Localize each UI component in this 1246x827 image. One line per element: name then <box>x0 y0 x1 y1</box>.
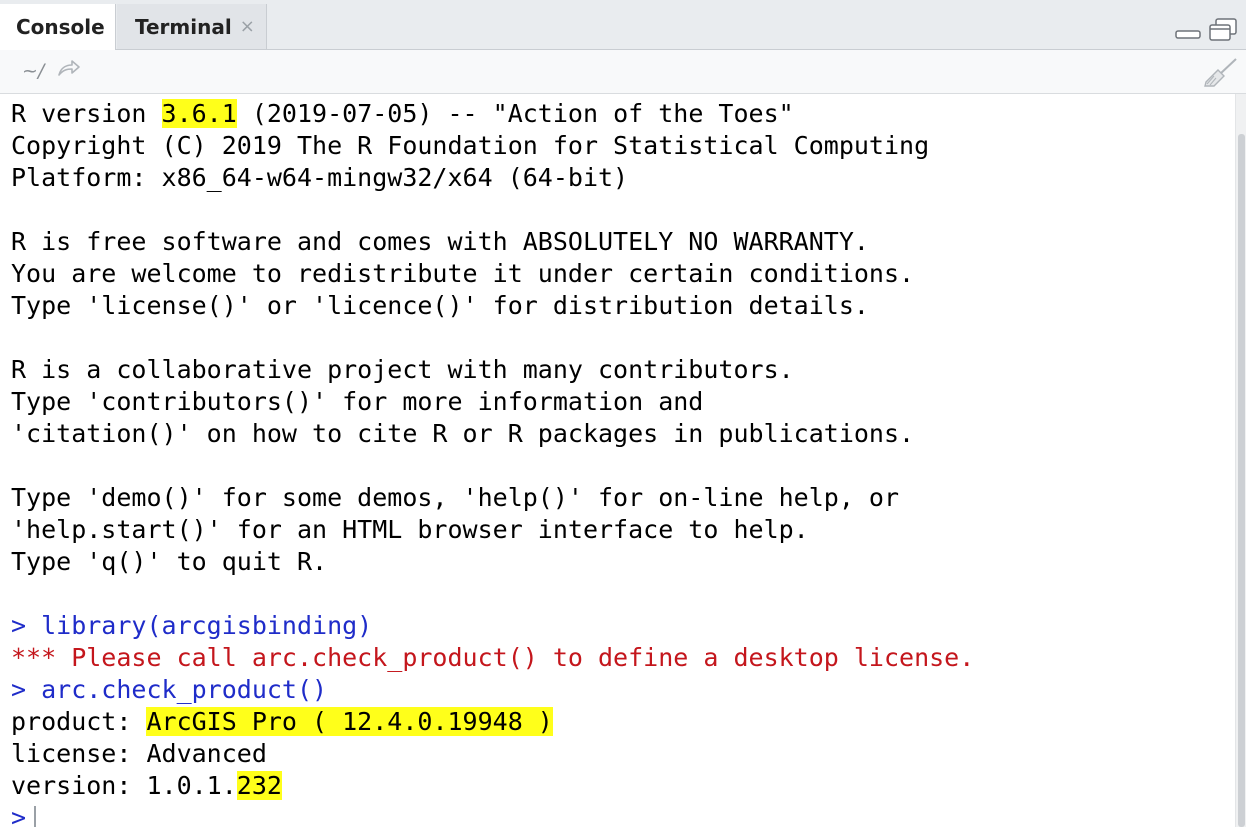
pane-tab-bar: Console Terminal × <box>0 0 1246 50</box>
console-line: Platform: x86_64-w64-mingw32/x64 (64-bit… <box>11 163 629 192</box>
console-text: version: 1.0.1. <box>11 771 237 800</box>
broom-icon[interactable] <box>1202 56 1240 92</box>
console-line: 'citation()' on how to cite R or R packa… <box>11 419 915 448</box>
highlighted-text: 232 <box>236 771 282 800</box>
text-cursor <box>34 806 37 827</box>
console-line: license: Advanced <box>11 739 267 768</box>
console-line: 'help.start()' for an HTML browser inter… <box>11 515 809 544</box>
console-line: Type 'license()' or 'licence()' for dist… <box>11 291 869 320</box>
console-line: Copyright (C) 2019 The R Foundation for … <box>11 131 930 160</box>
vertical-scrollbar[interactable] <box>1235 94 1246 827</box>
console-line: version: 1.0.1.232 <box>11 770 282 802</box>
console-error: *** Please call arc.check_product() to d… <box>11 643 975 672</box>
tab-console-label: Console <box>16 15 105 39</box>
console-toolbar: ~/ <box>0 50 1246 94</box>
console-line: R is free software and comes with ABSOLU… <box>11 227 869 256</box>
console-text: R version <box>11 99 162 128</box>
tab-terminal[interactable]: Terminal × <box>117 4 267 49</box>
scrollbar-thumb[interactable] <box>1238 134 1245 827</box>
minimize-icon[interactable] <box>1174 18 1201 40</box>
working-directory-path[interactable]: ~/ <box>22 60 44 82</box>
console-line: R version 3.6.1 (2019-07-05) -- "Action … <box>11 98 794 130</box>
console-line: Type 'q()' to quit R. <box>11 547 328 576</box>
console-line: product: ArcGIS Pro ( 12.4.0.19948 ) <box>11 706 553 738</box>
console-command: > arc.check_product() <box>11 675 328 704</box>
console-line: Type 'contributors()' for more informati… <box>11 387 704 416</box>
go-to-directory-icon[interactable] <box>56 58 82 84</box>
prompt-symbol: > <box>11 803 27 827</box>
highlighted-text: 3.6.1 <box>161 99 237 128</box>
console-text: product: <box>11 707 147 736</box>
console-output[interactable]: R version 3.6.1 (2019-07-05) -- "Action … <box>0 94 1232 827</box>
console-command: > library(arcgisbinding) <box>11 611 373 640</box>
highlighted-text: ArcGIS Pro ( 12.4.0.19948 ) <box>146 707 553 736</box>
console-prompt[interactable]: > <box>11 802 37 827</box>
console-text: (2019-07-05) -- "Action of the Toes" <box>236 99 794 128</box>
console-line: R is a collaborative project with many c… <box>11 355 794 384</box>
tab-terminal-label: Terminal <box>135 14 232 39</box>
tab-console[interactable]: Console <box>0 4 116 50</box>
maximize-icon[interactable] <box>1208 18 1237 41</box>
console-line: Type 'demo()' for some demos, 'help()' f… <box>11 483 900 512</box>
close-icon[interactable]: × <box>240 16 255 37</box>
console-line: You are welcome to redistribute it under… <box>11 259 915 288</box>
